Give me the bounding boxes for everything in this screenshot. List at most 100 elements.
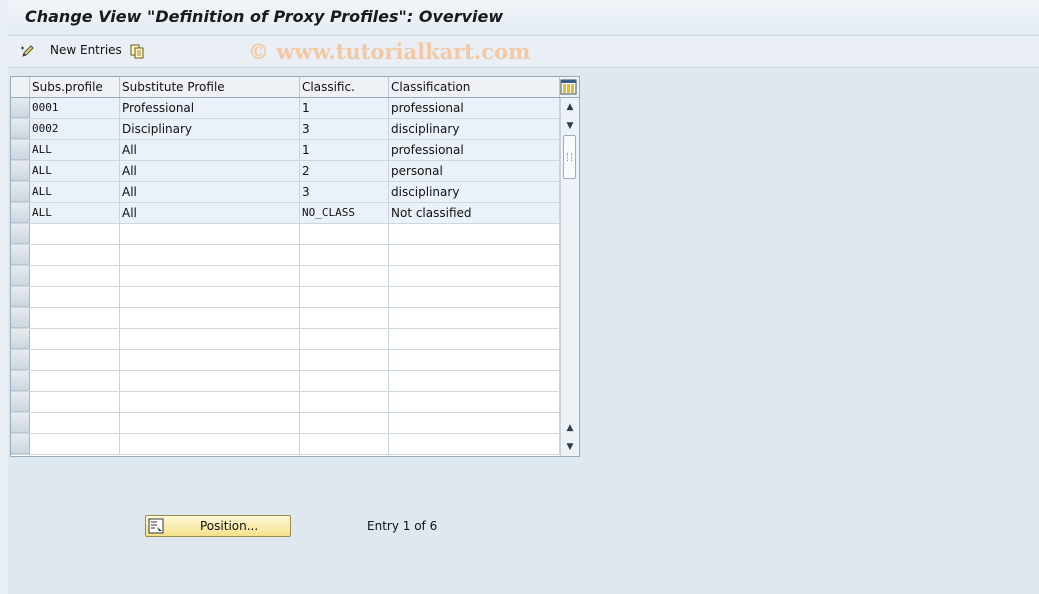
table-cell[interactable] [120, 287, 300, 307]
empty-table-row[interactable] [11, 413, 560, 434]
table-cell[interactable]: All [120, 203, 300, 223]
row-selector[interactable] [11, 371, 30, 391]
row-selector[interactable] [11, 308, 30, 328]
table-cell[interactable] [30, 245, 120, 265]
table-row[interactable]: ALL All 2 personal [11, 161, 560, 182]
table-cell[interactable]: Professional [120, 98, 300, 118]
empty-table-row[interactable] [11, 224, 560, 245]
table-cell[interactable] [389, 245, 560, 265]
empty-table-row[interactable] [11, 350, 560, 371]
table-cell[interactable] [389, 434, 560, 454]
row-selector[interactable] [11, 98, 30, 118]
table-cell[interactable]: professional [389, 98, 560, 118]
table-cell[interactable] [30, 308, 120, 328]
empty-table-row[interactable] [11, 266, 560, 287]
row-selector[interactable] [11, 329, 30, 349]
table-cell[interactable] [389, 308, 560, 328]
scroll-down-icon[interactable]: ▼ [565, 121, 575, 131]
table-cell[interactable]: personal [389, 161, 560, 181]
edit-pencil-icon[interactable] [20, 43, 36, 59]
column-header-classification[interactable]: Classification [389, 77, 560, 97]
empty-table-row[interactable] [11, 329, 560, 350]
row-selector[interactable] [11, 161, 30, 181]
table-cell[interactable]: NO_CLASS [300, 203, 389, 223]
table-cell[interactable] [389, 392, 560, 412]
table-cell[interactable] [30, 350, 120, 370]
empty-table-row[interactable] [11, 371, 560, 392]
table-cell[interactable] [30, 266, 120, 286]
table-cell[interactable]: disciplinary [389, 119, 560, 139]
table-cell[interactable]: All [120, 140, 300, 160]
empty-table-row[interactable] [11, 434, 560, 455]
table-cell[interactable] [120, 434, 300, 454]
table-cell[interactable] [300, 266, 389, 286]
table-cell[interactable] [30, 413, 120, 433]
table-cell[interactable] [120, 224, 300, 244]
scrollbar-thumb[interactable] [563, 135, 576, 179]
table-cell[interactable]: 2 [300, 161, 389, 181]
table-cell[interactable] [120, 350, 300, 370]
table-cell[interactable] [120, 392, 300, 412]
table-cell[interactable] [30, 392, 120, 412]
table-row[interactable]: ALL All 3 disciplinary [11, 182, 560, 203]
table-cell[interactable]: disciplinary [389, 182, 560, 202]
table-cell[interactable] [300, 287, 389, 307]
table-cell[interactable] [300, 350, 389, 370]
table-cell[interactable] [389, 266, 560, 286]
table-cell[interactable] [300, 308, 389, 328]
table-cell[interactable] [389, 371, 560, 391]
row-selector[interactable] [11, 224, 30, 244]
table-cell[interactable] [120, 329, 300, 349]
row-selector[interactable] [11, 413, 30, 433]
empty-table-row[interactable] [11, 287, 560, 308]
table-cell[interactable] [120, 266, 300, 286]
table-cell[interactable] [30, 329, 120, 349]
table-cell[interactable]: Disciplinary [120, 119, 300, 139]
table-cell[interactable] [300, 329, 389, 349]
table-cell[interactable] [389, 287, 560, 307]
table-cell[interactable] [300, 392, 389, 412]
table-cell[interactable]: professional [389, 140, 560, 160]
table-cell[interactable] [120, 371, 300, 391]
row-selector[interactable] [11, 287, 30, 307]
table-cell[interactable] [389, 413, 560, 433]
table-cell[interactable] [120, 308, 300, 328]
table-cell[interactable] [389, 329, 560, 349]
row-selector[interactable] [11, 392, 30, 412]
table-cell[interactable] [300, 413, 389, 433]
table-cell[interactable] [389, 224, 560, 244]
table-cell[interactable]: ALL [30, 161, 120, 181]
table-cell[interactable]: Not classified [389, 203, 560, 223]
scroll-up-icon[interactable]: ▲ [565, 102, 575, 112]
table-cell[interactable] [30, 287, 120, 307]
table-cell[interactable] [120, 413, 300, 433]
table-cell[interactable] [389, 350, 560, 370]
table-cell[interactable]: All [120, 161, 300, 181]
table-cell[interactable]: ALL [30, 140, 120, 160]
copy-icon[interactable] [129, 43, 145, 59]
header-select-all[interactable] [11, 77, 30, 97]
column-header-classific[interactable]: Classific. [300, 77, 389, 97]
table-cell[interactable] [30, 371, 120, 391]
table-cell[interactable]: All [120, 182, 300, 202]
table-cell[interactable]: 0001 [30, 98, 120, 118]
table-cell[interactable]: 3 [300, 119, 389, 139]
column-header-substitute-profile[interactable]: Substitute Profile [120, 77, 300, 97]
row-selector[interactable] [11, 140, 30, 160]
new-entries-button[interactable]: New Entries [50, 43, 122, 57]
row-selector[interactable] [11, 182, 30, 202]
row-selector[interactable] [11, 350, 30, 370]
table-settings-icon[interactable] [560, 79, 577, 95]
table-row[interactable]: ALL All 1 professional [11, 140, 560, 161]
scroll-page-down-icon[interactable]: ▼ [565, 442, 575, 452]
scroll-page-up-icon[interactable]: ▲ [565, 423, 575, 433]
row-selector[interactable] [11, 434, 30, 454]
row-selector[interactable] [11, 203, 30, 223]
table-cell[interactable]: ALL [30, 182, 120, 202]
empty-table-row[interactable] [11, 392, 560, 413]
table-cell[interactable]: 0002 [30, 119, 120, 139]
column-header-subs-profile[interactable]: Subs.profile [30, 77, 120, 97]
table-cell[interactable]: ALL [30, 203, 120, 223]
row-selector[interactable] [11, 245, 30, 265]
table-cell[interactable] [30, 434, 120, 454]
